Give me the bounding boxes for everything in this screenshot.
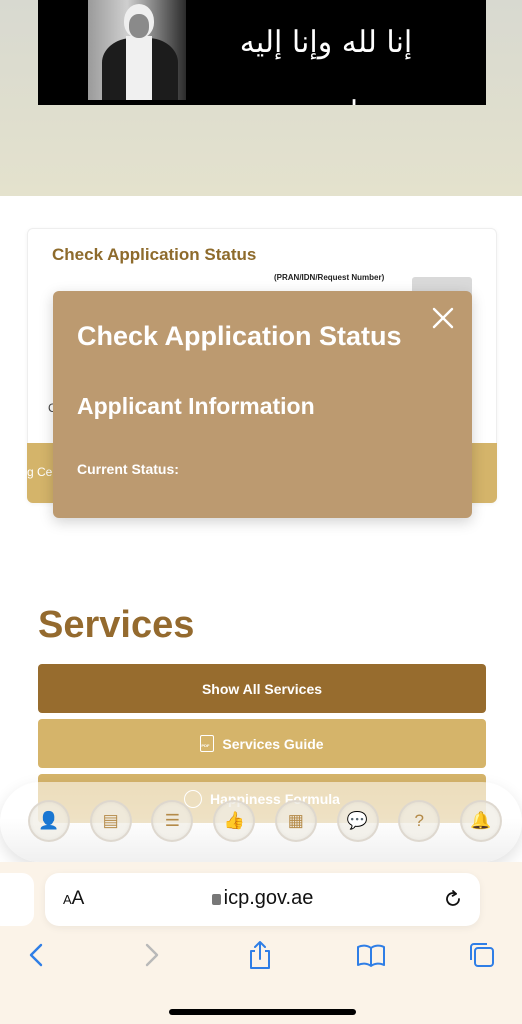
previous-tab-peek[interactable] bbox=[0, 873, 34, 926]
rating-thumbs-up-icon[interactable]: 👍 bbox=[213, 800, 256, 842]
web-form-icon[interactable]: ▤ bbox=[89, 800, 132, 842]
browser-chrome: AA icp.gov.ae bbox=[0, 862, 522, 1024]
band-text: g Ce bbox=[27, 465, 53, 479]
bookmarks-icon[interactable] bbox=[356, 940, 386, 970]
lock-icon bbox=[211, 894, 221, 905]
status-modal: Check Application Status Applicant Infor… bbox=[53, 291, 472, 518]
arabic-calligraphy: إنا لله وإنا إليه راجعون bbox=[239, 25, 414, 105]
memorial-banner: إنا لله وإنا إليه راجعون bbox=[38, 0, 486, 105]
close-icon[interactable] bbox=[430, 305, 456, 331]
url-display[interactable]: icp.gov.ae bbox=[45, 887, 480, 910]
modal-subtitle: Applicant Information bbox=[77, 393, 315, 419]
show-all-services-button[interactable]: Show All Services bbox=[38, 664, 486, 713]
reload-icon[interactable] bbox=[442, 888, 464, 910]
notification-bell-icon[interactable]: 🔔 bbox=[459, 800, 502, 842]
hero-section: إنا لله وإنا إليه راجعون bbox=[0, 0, 522, 196]
pdf-icon bbox=[200, 735, 215, 752]
button-label: Show All Services bbox=[201, 680, 323, 697]
portrait-image bbox=[88, 0, 186, 100]
input-hint: (PRAN/IDN/Request Number) bbox=[274, 273, 385, 282]
address-bar[interactable]: AA icp.gov.ae bbox=[45, 873, 480, 926]
dock-icon-row: 👤 ▤ ☰ 👍 ▦ 💬 ? 🔔 bbox=[28, 800, 502, 842]
button-label: Services Guide bbox=[222, 735, 324, 752]
current-status-label: Current Status: bbox=[77, 461, 179, 477]
forward-icon[interactable] bbox=[136, 940, 166, 970]
browser-toolbar bbox=[0, 940, 522, 972]
social-media-icon[interactable]: ▦ bbox=[274, 800, 317, 842]
help-question-icon[interactable]: ? bbox=[398, 800, 441, 842]
share-icon[interactable] bbox=[245, 940, 275, 970]
services-guide-button[interactable]: Services Guide bbox=[38, 719, 486, 768]
tabs-icon[interactable] bbox=[467, 940, 497, 970]
modal-title: Check Application Status bbox=[77, 321, 402, 351]
feedback-chat-icon[interactable]: 💬 bbox=[336, 800, 379, 842]
back-icon[interactable] bbox=[22, 940, 52, 970]
assistant-avatar-icon[interactable]: 👤 bbox=[28, 800, 70, 842]
services-heading: Services bbox=[38, 604, 195, 646]
card-title: Check Application Status bbox=[52, 245, 257, 264]
url-text: icp.gov.ae bbox=[223, 887, 314, 909]
checklist-icon[interactable]: ☰ bbox=[151, 800, 194, 842]
home-indicator bbox=[169, 1009, 356, 1015]
